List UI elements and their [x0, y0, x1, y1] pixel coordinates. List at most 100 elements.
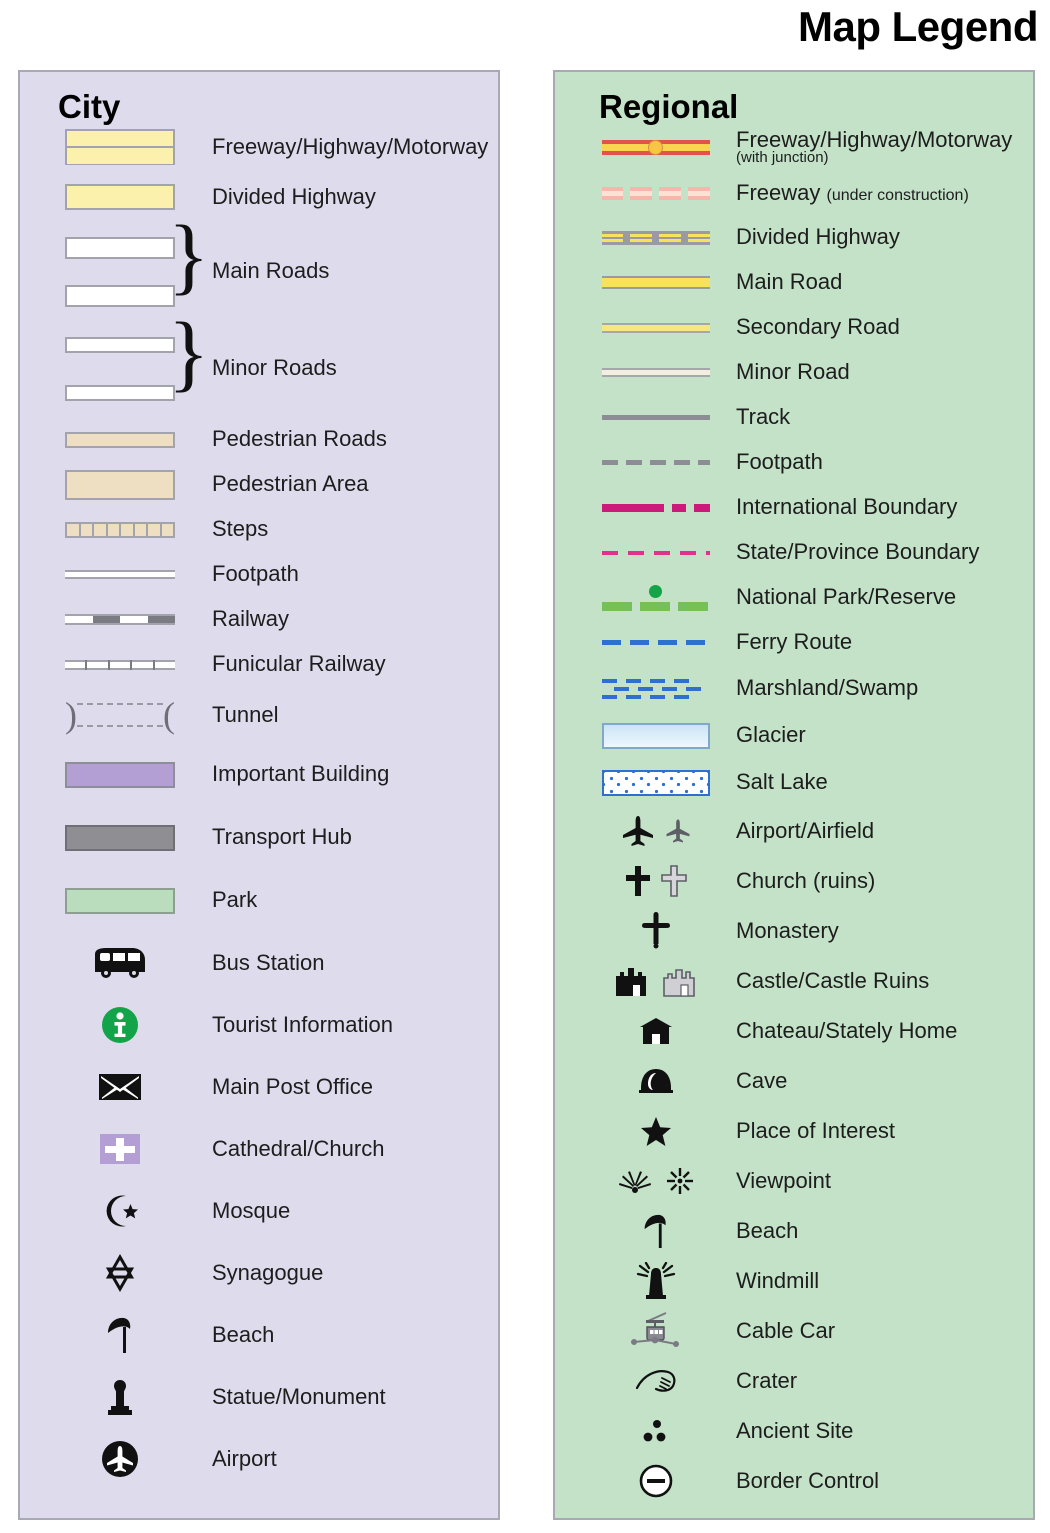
legend-row[interactable]: Castle/Castle Ruins: [555, 956, 1033, 1006]
legend-row[interactable]: Funicular Railway: [20, 642, 498, 687]
legend-label: National Park/Reserve: [736, 584, 957, 610]
cable-car-icon: [593, 1311, 718, 1351]
transport-hub-symbol: [45, 824, 195, 851]
railway-symbol: [45, 614, 195, 625]
legend-row[interactable]: State/Province Boundary: [555, 530, 1033, 575]
legend-row[interactable]: Main Road: [555, 260, 1033, 305]
legend-label: Footpath: [736, 449, 823, 475]
legend-row[interactable]: Main Post Office: [20, 1056, 498, 1118]
legend-row[interactable]: Ancient Site: [555, 1406, 1033, 1456]
legend-row[interactable]: Beach: [20, 1304, 498, 1366]
legend-label: Minor Road: [736, 359, 850, 385]
minor-road-symbol: [593, 368, 718, 377]
legend-row[interactable]: Pedestrian Roads: [20, 417, 498, 462]
legend-row[interactable]: Track: [555, 395, 1033, 440]
legend-label: Cave: [736, 1067, 788, 1093]
legend-row[interactable]: International Boundary: [555, 485, 1033, 530]
legend-row[interactable]: Secondary Road: [555, 305, 1033, 350]
legend-label: Ferry Route: [736, 629, 853, 655]
legend-row[interactable]: Cable Car: [555, 1306, 1033, 1356]
church-ruins-icon: [593, 864, 718, 898]
legend-row[interactable]: Freeway/Highway/Motorway: [20, 123, 498, 171]
legend-label: International Boundary: [736, 494, 958, 520]
legend-label: Freeway/Highway/Motorway: [212, 133, 489, 159]
bus-icon: [45, 946, 195, 980]
star-and-crescent-icon: [45, 1193, 195, 1229]
track-symbol: [593, 415, 718, 420]
divided-highway-symbol: [593, 230, 718, 245]
legend-label: Minor Roads: [212, 355, 337, 381]
legend-row[interactable]: Viewpoint: [555, 1156, 1033, 1206]
legend-row[interactable]: ) ( Tunnel: [20, 687, 498, 743]
main-roads-brace: }: [168, 207, 210, 303]
legend-row[interactable]: Pedestrian Area: [20, 462, 498, 507]
legend-row[interactable]: Divided Highway: [555, 215, 1033, 260]
regional-panel-heading: Regional: [599, 88, 739, 125]
legend-row[interactable]: Park: [20, 869, 498, 932]
legend-label: Steps: [212, 516, 269, 542]
legend-label: Footpath: [212, 561, 299, 587]
main-road-symbol: [593, 276, 718, 289]
legend-row[interactable]: Mosque: [20, 1180, 498, 1242]
legend-row[interactable]: Freeway (under construction): [555, 171, 1033, 215]
legend-row[interactable]: } Minor Roads: [20, 309, 498, 417]
legend-row[interactable]: National Park/Reserve: [555, 575, 1033, 620]
cave-icon: [593, 1066, 718, 1096]
legend-label: Synagogue: [212, 1259, 324, 1285]
legend-row[interactable]: Tourist Information: [20, 994, 498, 1056]
legend-label: Airport: [212, 1445, 277, 1471]
envelope-icon: [45, 1073, 195, 1101]
legend-row[interactable]: Cathedral/Church: [20, 1118, 498, 1180]
windmill-icon: [593, 1262, 718, 1300]
legend-label: Monastery: [736, 917, 839, 943]
legend-row[interactable]: Synagogue: [20, 1242, 498, 1304]
legend-row[interactable]: Chateau/Stately Home: [555, 1006, 1033, 1056]
international-boundary-symbol: [593, 503, 718, 512]
legend-row[interactable]: Ferry Route: [555, 620, 1033, 665]
legend-label: Important Building: [212, 761, 390, 787]
legend-label: Freeway (under construction): [736, 180, 969, 205]
legend-label: Bus Station: [212, 949, 325, 975]
legend-row[interactable]: Salt Lake: [555, 759, 1033, 806]
legend-row[interactable]: } Main Roads: [20, 207, 498, 320]
legend-row[interactable]: Footpath: [20, 552, 498, 597]
footpath-symbol: [45, 570, 195, 579]
legend-row[interactable]: Marshland/Swamp: [555, 665, 1033, 712]
legend-row[interactable]: Place of Interest: [555, 1106, 1033, 1156]
legend-row[interactable]: Airport: [20, 1428, 498, 1490]
legend-row[interactable]: Footpath: [555, 440, 1033, 485]
legend-row[interactable]: Airport/Airfield: [555, 806, 1033, 856]
legend-row[interactable]: Bus Station: [20, 932, 498, 994]
legend-row[interactable]: Windmill: [555, 1256, 1033, 1306]
legend-row[interactable]: Important Building: [20, 743, 498, 806]
legend-row[interactable]: Minor Road: [555, 350, 1033, 395]
legend-row[interactable]: Railway: [20, 597, 498, 642]
legend-row[interactable]: Cave: [555, 1056, 1033, 1106]
glacier-symbol: [593, 722, 718, 749]
monastery-cross-icon: [593, 912, 718, 950]
viewpoint-icon: [593, 1167, 718, 1195]
legend-row[interactable]: Steps: [20, 507, 498, 552]
ancient-site-icon: [593, 1417, 718, 1445]
funicular-railway-symbol: [45, 659, 195, 670]
legend-label: Divided Highway: [736, 224, 900, 250]
legend-row[interactable]: Glacier: [555, 712, 1033, 759]
legend-row[interactable]: Crater: [555, 1356, 1033, 1406]
legend-label: Main Road: [736, 269, 843, 295]
legend-row[interactable]: Beach: [555, 1206, 1033, 1256]
legend-row[interactable]: Monastery: [555, 906, 1033, 956]
legend-label: Main Roads: [212, 258, 330, 284]
legend-row[interactable]: Divided Highway: [20, 171, 498, 223]
freeway-city-symbol: [45, 129, 195, 165]
legend-label-sub: (with junction): [736, 148, 829, 166]
legend-row[interactable]: Statue/Monument: [20, 1366, 498, 1428]
information-icon: [45, 1005, 195, 1045]
border-control-icon: [593, 1463, 718, 1499]
legend-row[interactable]: Border Control: [555, 1456, 1033, 1506]
legend-row[interactable]: Freeway/Highway/Motorway (with junction): [555, 123, 1033, 171]
legend-row[interactable]: Transport Hub: [20, 806, 498, 869]
legend-label-main: Freeway/Highway/Motorway: [736, 126, 1013, 152]
legend-row[interactable]: Church (ruins): [555, 856, 1033, 906]
freeway-junction-symbol: [593, 139, 718, 155]
legend-label: Crater: [736, 1367, 798, 1393]
